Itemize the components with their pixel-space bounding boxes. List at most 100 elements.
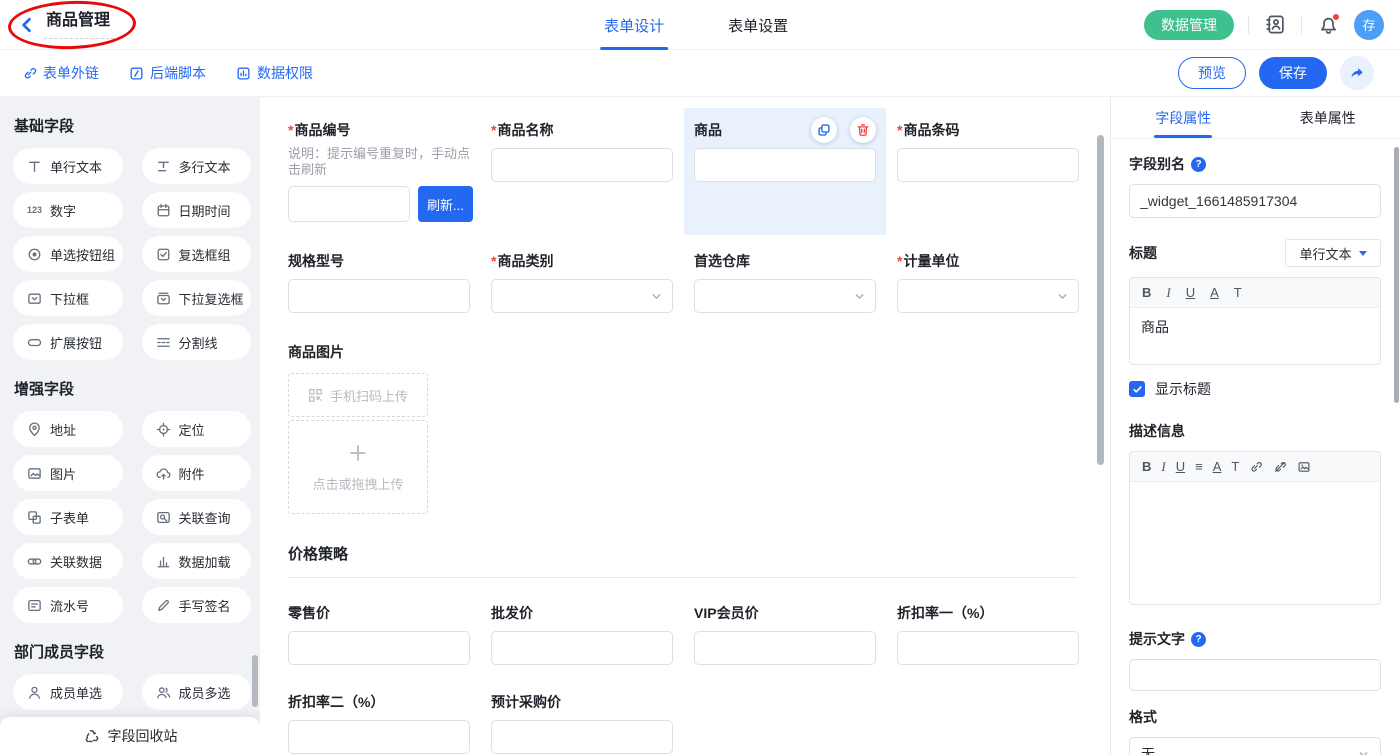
discount-2-input[interactable] bbox=[288, 720, 470, 754]
field-unit[interactable]: *计量单位 bbox=[897, 252, 1079, 313]
font-color-icon[interactable]: A bbox=[1213, 460, 1222, 473]
field-vip-price[interactable]: VIP会员价 bbox=[694, 604, 876, 665]
address-book-icon[interactable] bbox=[1263, 13, 1287, 37]
tab-field-properties[interactable]: 字段属性 bbox=[1111, 97, 1256, 138]
remove-link-icon[interactable] bbox=[1273, 460, 1287, 474]
show-title-toggle[interactable]: 显示标题 bbox=[1129, 379, 1381, 399]
save-button[interactable]: 保存 bbox=[1259, 57, 1327, 89]
field-spec-model[interactable]: 规格型号 bbox=[288, 252, 470, 313]
palette-item-related-query[interactable]: 关联查询 bbox=[142, 499, 252, 535]
wholesale-price-input[interactable] bbox=[491, 631, 673, 665]
preview-button[interactable]: 预览 bbox=[1178, 57, 1246, 89]
field-discount-2[interactable]: 折扣率二（%） bbox=[288, 693, 470, 754]
product-input[interactable] bbox=[694, 148, 876, 182]
sidebar-scrollbar[interactable] bbox=[252, 655, 258, 707]
description-editor-content[interactable] bbox=[1130, 482, 1380, 604]
field-recycle-bin[interactable]: 字段回收站 bbox=[0, 717, 260, 755]
palette-item-address[interactable]: 地址 bbox=[13, 411, 123, 447]
field-barcode[interactable]: *商品条码 bbox=[897, 121, 1079, 222]
palette-item-select[interactable]: 下拉框 bbox=[13, 280, 123, 316]
tab-form-design[interactable]: 表单设计 bbox=[600, 0, 668, 50]
field-product-no[interactable]: *商品编号 说明：提示编号重复时，手动点击刷新 刷新... bbox=[288, 121, 470, 222]
palette-item-divider[interactable]: 分割线 bbox=[142, 324, 252, 360]
palette-item-serial-number[interactable]: 流水号 bbox=[13, 587, 123, 623]
warehouse-select[interactable] bbox=[694, 279, 876, 313]
help-icon[interactable]: ? bbox=[1191, 157, 1206, 172]
palette-item-number[interactable]: 123 数字 bbox=[13, 192, 123, 228]
underline-icon[interactable]: U bbox=[1176, 460, 1185, 473]
bold-icon[interactable]: B bbox=[1142, 286, 1151, 299]
back-button[interactable] bbox=[16, 14, 38, 36]
italic-icon[interactable]: I bbox=[1166, 286, 1170, 299]
font-size-icon[interactable]: T bbox=[1234, 286, 1242, 299]
product-name-input[interactable] bbox=[491, 148, 673, 182]
underline-icon[interactable]: U bbox=[1186, 286, 1195, 299]
divider-price-strategy[interactable]: 价格策略 bbox=[288, 546, 1078, 578]
data-manage-button[interactable]: 数据管理 bbox=[1144, 10, 1234, 40]
field-type-select[interactable]: 单行文本 bbox=[1285, 239, 1381, 267]
canvas-scrollbar[interactable] bbox=[1097, 135, 1104, 465]
palette-item-member-single[interactable]: 成员单选 bbox=[13, 674, 123, 710]
discount-1-input[interactable] bbox=[897, 631, 1079, 665]
scan-upload-area[interactable]: 手机扫码上传 bbox=[288, 373, 428, 417]
field-wholesale-price[interactable]: 批发价 bbox=[491, 604, 673, 665]
palette-item-member-multi[interactable]: 成员多选 bbox=[142, 674, 252, 710]
tab-form-properties[interactable]: 表单属性 bbox=[1256, 97, 1400, 138]
palette-item-single-line-text[interactable]: 单行文本 bbox=[13, 148, 123, 184]
tab-form-settings[interactable]: 表单设置 bbox=[724, 0, 792, 50]
field-warehouse[interactable]: 首选仓库 bbox=[694, 252, 876, 313]
field-product-name[interactable]: *商品名称 bbox=[491, 121, 673, 222]
insert-image-icon[interactable] bbox=[1297, 460, 1311, 474]
palette-item-attachment[interactable]: 附件 bbox=[142, 455, 252, 491]
bell-icon[interactable] bbox=[1316, 13, 1340, 37]
font-color-icon[interactable]: A bbox=[1210, 286, 1219, 299]
data-permission-action[interactable]: 数据权限 bbox=[236, 63, 313, 83]
field-retail-price[interactable]: 零售价 bbox=[288, 604, 470, 665]
align-icon[interactable]: ≡ bbox=[1195, 460, 1203, 473]
format-select[interactable]: 无 bbox=[1129, 737, 1381, 755]
category-select[interactable] bbox=[491, 279, 673, 313]
drag-upload-area[interactable]: 点击或拖拽上传 bbox=[288, 420, 428, 514]
palette-item-radio-group[interactable]: 单选按钮组 bbox=[13, 236, 123, 272]
palette-item-multi-line-text[interactable]: 多行文本 bbox=[142, 148, 252, 184]
field-product-selected[interactable]: 商品 bbox=[684, 108, 886, 235]
insert-link-icon[interactable] bbox=[1249, 460, 1263, 474]
field-category[interactable]: *商品类别 bbox=[491, 252, 673, 313]
field-purchase-price[interactable]: 预计采购价 bbox=[491, 693, 673, 754]
panel-scrollbar[interactable] bbox=[1394, 147, 1399, 403]
share-button[interactable] bbox=[1340, 56, 1374, 90]
retail-price-input[interactable] bbox=[288, 631, 470, 665]
palette-item-signature[interactable]: 手写签名 bbox=[142, 587, 252, 623]
bold-icon[interactable]: B bbox=[1142, 460, 1151, 473]
palette-item-location[interactable]: 定位 bbox=[142, 411, 252, 447]
checkbox-checked-icon[interactable] bbox=[1129, 381, 1145, 397]
title-editor-content[interactable]: 商品 bbox=[1130, 308, 1380, 364]
font-size-icon[interactable]: T bbox=[1231, 460, 1239, 473]
unit-select[interactable] bbox=[897, 279, 1079, 313]
external-link-action[interactable]: 表单外链 bbox=[22, 63, 99, 83]
delete-field-button[interactable] bbox=[850, 117, 876, 143]
field-product-image[interactable]: 商品图片 手机扫码上传 点击或拖拽上传 bbox=[288, 343, 1110, 514]
product-no-input[interactable] bbox=[288, 186, 410, 222]
copy-field-button[interactable] bbox=[811, 117, 837, 143]
palette-item-image[interactable]: 图片 bbox=[13, 455, 123, 491]
alias-input[interactable] bbox=[1129, 184, 1381, 218]
palette-item-related-data[interactable]: 关联数据 bbox=[13, 543, 123, 579]
barcode-input[interactable] bbox=[897, 148, 1079, 182]
palette-item-multi-select[interactable]: 下拉复选框 bbox=[142, 280, 252, 316]
purchase-price-input[interactable] bbox=[491, 720, 673, 754]
palette-item-button[interactable]: 扩展按钮 bbox=[13, 324, 123, 360]
palette-item-subform[interactable]: 子表单 bbox=[13, 499, 123, 535]
spec-model-input[interactable] bbox=[288, 279, 470, 313]
avatar[interactable]: 存 bbox=[1354, 10, 1384, 40]
italic-icon[interactable]: I bbox=[1161, 460, 1165, 473]
hint-input[interactable] bbox=[1129, 659, 1381, 691]
refresh-button[interactable]: 刷新... bbox=[418, 186, 473, 222]
backend-script-action[interactable]: 后端脚本 bbox=[129, 63, 206, 83]
form-title[interactable]: 商品管理 bbox=[44, 11, 114, 39]
help-icon[interactable]: ? bbox=[1191, 632, 1206, 647]
palette-item-checkbox-group[interactable]: 复选框组 bbox=[142, 236, 252, 272]
palette-item-datetime[interactable]: 日期时间 bbox=[142, 192, 252, 228]
vip-price-input[interactable] bbox=[694, 631, 876, 665]
palette-item-data-load[interactable]: 数据加载 bbox=[142, 543, 252, 579]
